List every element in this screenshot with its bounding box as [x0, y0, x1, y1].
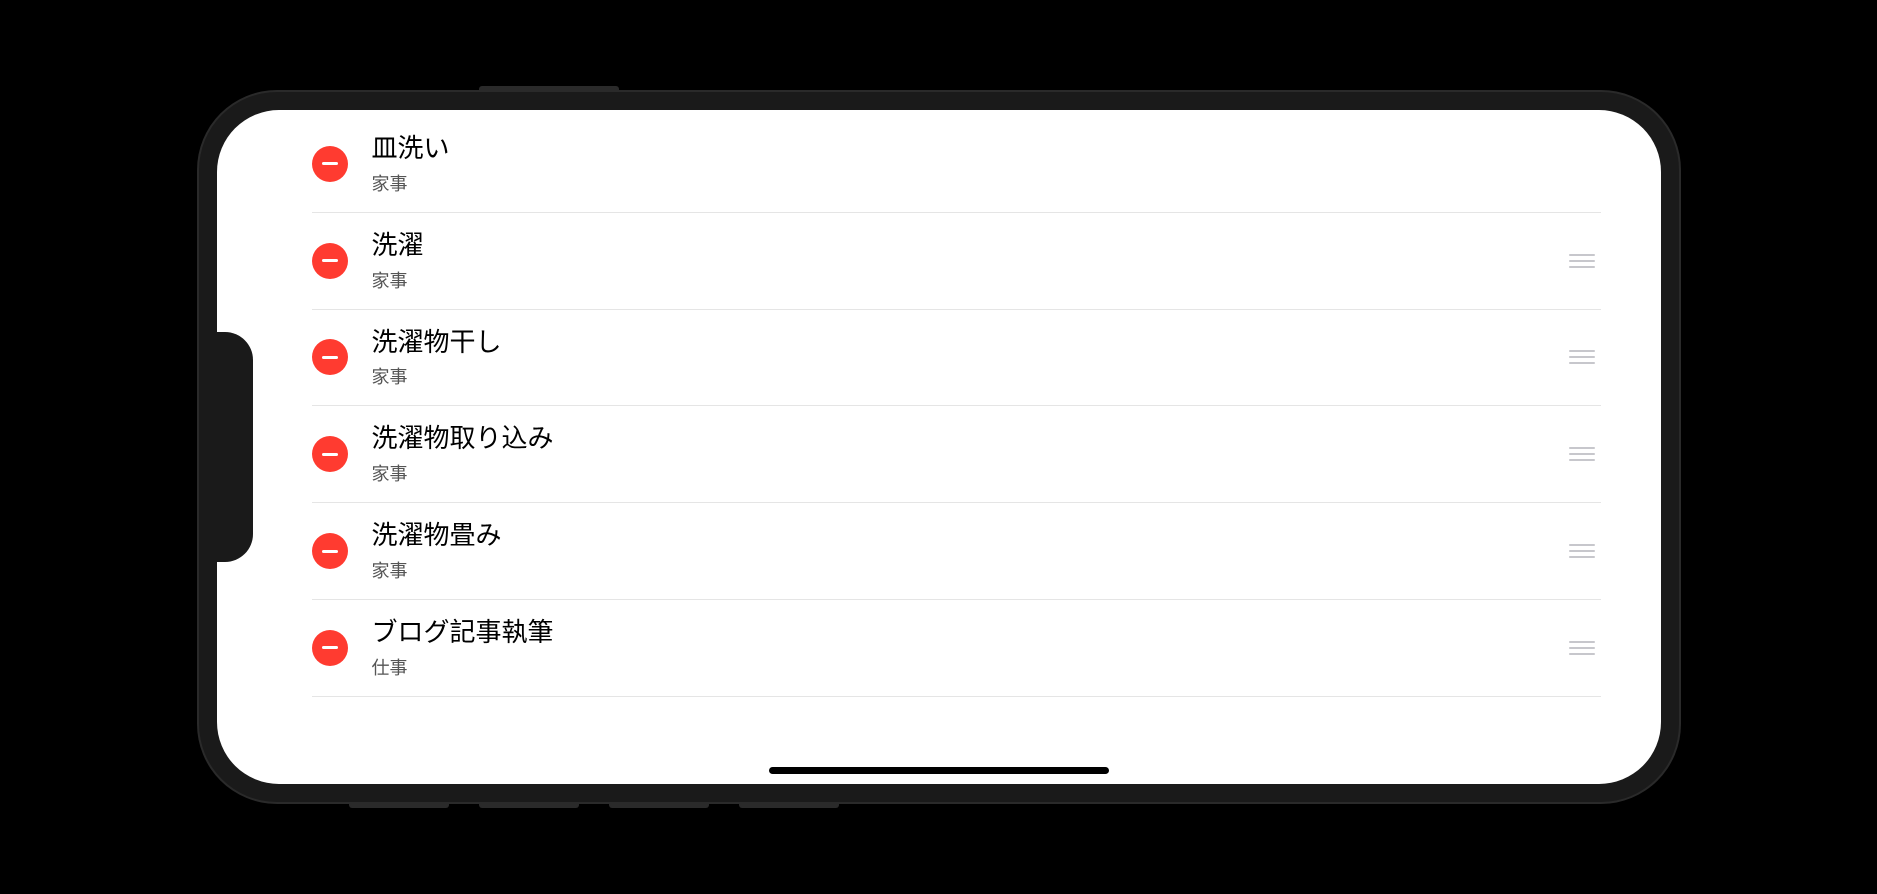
list-item-text: 洗濯 家事: [372, 229, 1563, 293]
drag-handle-icon[interactable]: [1563, 248, 1601, 274]
list-item-text: 洗濯物畳み 家事: [372, 519, 1563, 583]
list-item-category: 仕事: [372, 654, 1563, 680]
drag-handle-icon[interactable]: [1563, 441, 1601, 467]
phone-physical-buttons-top: [479, 86, 619, 92]
minus-icon: [322, 259, 338, 262]
list-item[interactable]: 皿洗い 家事: [312, 116, 1601, 213]
minus-icon: [322, 550, 338, 553]
phone-frame: 皿洗い 家事 洗濯 家事: [199, 92, 1679, 802]
list-item[interactable]: 洗濯物畳み 家事: [312, 503, 1601, 600]
list-item[interactable]: 洗濯物取り込み 家事: [312, 406, 1601, 503]
screen: 皿洗い 家事 洗濯 家事: [217, 110, 1661, 784]
list-item-title: 洗濯物畳み: [372, 519, 1563, 553]
list-item-category: 家事: [372, 267, 1563, 293]
home-indicator[interactable]: [769, 767, 1109, 774]
delete-button[interactable]: [312, 339, 348, 375]
list-item[interactable]: 洗濯物干し 家事: [312, 310, 1601, 407]
delete-button[interactable]: [312, 630, 348, 666]
delete-button[interactable]: [312, 146, 348, 182]
list-item-title: 洗濯物干し: [372, 326, 1563, 360]
list-item-text: 皿洗い 家事: [372, 132, 1563, 196]
list-item-title: 洗濯物取り込み: [372, 422, 1563, 456]
list-item-text: 洗濯物取り込み 家事: [372, 422, 1563, 486]
list-item-text: 洗濯物干し 家事: [372, 326, 1563, 390]
delete-button[interactable]: [312, 533, 348, 569]
list-item-category: 家事: [372, 363, 1563, 389]
notch: [217, 332, 253, 562]
list-item-category: 家事: [372, 557, 1563, 583]
drag-handle-icon[interactable]: [1563, 344, 1601, 370]
drag-handle-icon[interactable]: [1563, 635, 1601, 661]
editable-list: 皿洗い 家事 洗濯 家事: [217, 110, 1661, 784]
list-item-title: 皿洗い: [372, 132, 1563, 166]
list-item[interactable]: 洗濯 家事: [312, 213, 1601, 310]
delete-button[interactable]: [312, 436, 348, 472]
list-item-category: 家事: [372, 170, 1563, 196]
list-item-title: 洗濯: [372, 229, 1563, 263]
delete-button[interactable]: [312, 243, 348, 279]
phone-physical-buttons-bottom: [349, 802, 839, 808]
list-item-text: ブログ記事執筆 仕事: [372, 616, 1563, 680]
list-item-category: 家事: [372, 460, 1563, 486]
minus-icon: [322, 646, 338, 649]
minus-icon: [322, 356, 338, 359]
drag-handle-icon[interactable]: [1563, 538, 1601, 564]
list-item-title: ブログ記事執筆: [372, 616, 1563, 650]
list-item[interactable]: ブログ記事執筆 仕事: [312, 600, 1601, 697]
minus-icon: [322, 453, 338, 456]
minus-icon: [322, 162, 338, 165]
